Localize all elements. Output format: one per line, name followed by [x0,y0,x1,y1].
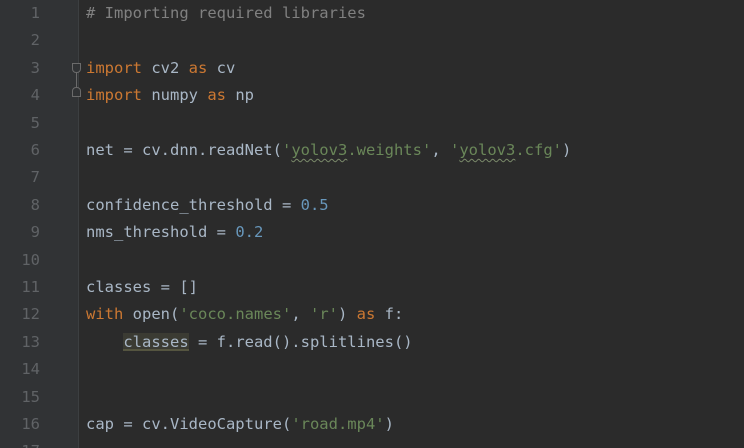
code-line-13: classes = f.read().splitlines() [86,329,413,356]
code-line-1: # Importing required libraries [86,0,366,27]
string-quote: ' [281,141,292,159]
module-alias: np [226,86,254,105]
line-number: 12 [21,305,40,324]
keyword-import: import [86,86,142,105]
keyword-with: with [86,305,124,324]
code-text: f: [375,305,404,324]
module-name: cv2 [142,58,189,77]
fold-start-icon[interactable] [72,63,81,73]
string-literal: .weights' [347,141,432,159]
string-literal: .cfg' [515,141,562,159]
line-number-gutter: 1 2 3 4 5 6 7 8 9 10 11 12 13 14 15 16 1… [0,0,79,448]
line-number: 2 [30,31,40,50]
line-number: 5 [30,113,40,132]
fold-range-line [76,73,77,87]
keyword-as: as [188,58,208,77]
code-line-3: import cv2 as cv [86,55,235,82]
string-literal: 'coco.names' [179,305,292,324]
line-number: 17 [0,438,40,448]
code-text: ) [384,415,394,433]
code-line-11: classes = [] [86,274,198,301]
code-text: confidence_threshold = [86,195,301,214]
code-text: = f.read().splitlines() [188,332,413,351]
code-line-6: net = cv.dnn.readNet('yolov3.weights', '… [86,137,571,164]
line-number: 16 [21,415,40,433]
code-line-8: confidence_threshold = 0.5 [86,192,329,219]
code-text: cap = cv.VideoCapture( [86,415,292,433]
keyword-as: as [356,305,376,324]
line-number: 14 [21,360,40,379]
code-text: ) [562,141,572,159]
code-text: net = cv.dnn.readNet( [86,141,282,159]
line-number: 13 [21,332,40,351]
string-typo-word: yolov3 [291,141,348,159]
comment: # Importing required libraries [86,4,366,22]
line-number: 3 [30,58,40,77]
string-literal: 'r' [309,305,338,324]
line-number: 7 [30,168,40,187]
string-typo-word: yolov3 [459,141,516,159]
line-number: 4 [30,86,40,105]
code-text: nms_threshold = [86,223,236,242]
keyword-import: import [86,58,142,77]
line-number: 6 [30,141,40,159]
number-literal: 0.2 [235,223,264,242]
code-line-16: cap = cv.VideoCapture('road.mp4') [86,411,394,438]
code-line-4: import numpy as np [86,82,254,109]
line-number: 10 [21,250,40,269]
keyword-as: as [207,86,226,105]
line-number: 8 [30,195,40,214]
code-text: ) [337,305,357,324]
code-line-9: nms_threshold = 0.2 [86,219,263,246]
module-alias: cv [207,58,236,77]
code-text: open( [123,305,180,324]
code-text: , [431,141,450,159]
highlighted-identifier[interactable]: classes [123,332,189,351]
string-quote: ' [449,141,460,159]
code-line-12: with open('coco.names', 'r') as f: [86,301,403,328]
line-number: 11 [21,278,40,296]
line-number: 1 [30,4,40,22]
fold-end-icon[interactable] [72,87,81,97]
code-text: classes = [] [86,278,198,296]
number-literal: 0.5 [300,195,329,214]
string-literal: 'road.mp4' [291,415,385,433]
line-number: 9 [30,223,40,242]
code-editor[interactable]: 1 2 3 4 5 6 7 8 9 10 11 12 13 14 15 16 1… [0,0,744,448]
code-text: , [291,305,310,324]
line-number: 15 [21,387,40,406]
module-name: numpy [142,86,208,105]
